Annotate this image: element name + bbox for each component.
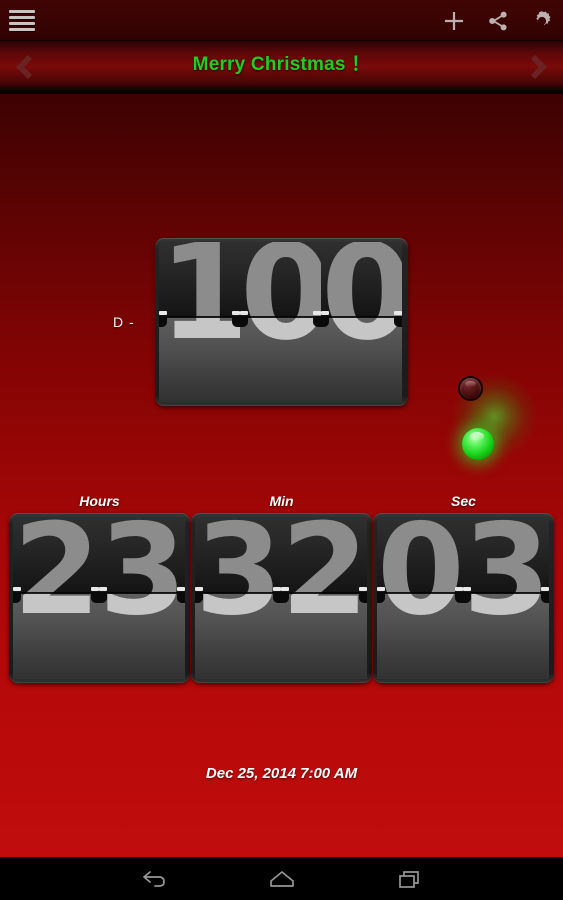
next-event-button[interactable] <box>523 51 557 83</box>
flip-digit-bottom-half: 0 <box>321 317 402 402</box>
flip-digit-bottom-half: 2 <box>13 593 99 679</box>
settings-gear-icon[interactable] <box>529 8 555 34</box>
app-root: Merry Christmas ！ D - 110000 Hours2233Mi… <box>0 0 563 900</box>
flip-hinge-line <box>99 592 185 595</box>
hamburger-menu-icon[interactable] <box>9 9 35 32</box>
sec-digit: 00 <box>377 517 463 679</box>
flip-digit-value: 3 <box>99 593 185 633</box>
title-bar: Merry Christmas ！ <box>0 41 563 94</box>
flip-digit-value: 3 <box>195 517 281 594</box>
share-icon[interactable] <box>485 8 511 34</box>
hamburger-bar <box>9 28 35 31</box>
flip-hinge-line <box>463 592 549 595</box>
flip-digit-top-half: 0 <box>377 517 463 594</box>
flip-hinge-line <box>281 592 367 595</box>
hamburger-bar <box>9 10 35 13</box>
flip-digit-bottom-half: 1 <box>159 317 240 402</box>
countdown-stage: D - 110000 Hours2233Min3322Sec0033 Dec 2… <box>0 94 563 857</box>
flip-digit-value: 2 <box>13 593 99 633</box>
flip-digit-value: 0 <box>240 242 321 317</box>
days-digit: 00 <box>240 242 321 402</box>
hms-unit-label: Hours <box>79 493 120 509</box>
action-bar <box>0 0 563 41</box>
android-nav-bar <box>0 857 563 900</box>
flip-digit-bottom-half: 2 <box>281 593 367 679</box>
flip-digit-value: 3 <box>99 517 185 594</box>
flip-digit-top-half: 3 <box>99 517 185 594</box>
days-digit: 11 <box>159 242 240 402</box>
flip-hinge-line <box>321 316 402 319</box>
days-digit: 00 <box>321 242 402 402</box>
flip-digit-value: 0 <box>240 317 321 359</box>
flip-digit-bottom-half: 3 <box>195 593 281 679</box>
flip-digit-top-half: 0 <box>321 242 402 318</box>
back-icon[interactable] <box>136 864 172 894</box>
hms-unit-label: Sec <box>451 493 476 509</box>
home-icon[interactable] <box>264 864 300 894</box>
status-led-off <box>460 378 481 399</box>
min-digit: 22 <box>281 517 367 679</box>
hours-digit: 22 <box>13 517 99 679</box>
status-led-on <box>462 428 494 460</box>
recents-icon[interactable] <box>392 864 428 894</box>
flip-digit-value: 2 <box>281 593 367 633</box>
sec-digit: 33 <box>463 517 549 679</box>
flip-digit-value: 0 <box>377 593 463 633</box>
flip-digit-top-half: 2 <box>281 517 367 594</box>
add-icon[interactable] <box>441 8 467 34</box>
flip-digit-bottom-half: 0 <box>240 317 321 402</box>
flip-digit-top-half: 3 <box>195 517 281 594</box>
sec-flip-clock[interactable]: 0033 <box>373 513 554 683</box>
flip-digit-value: 2 <box>13 517 99 594</box>
flip-digit-value: 2 <box>281 517 367 594</box>
hours-flip-clock[interactable]: 2233 <box>9 513 190 683</box>
flip-digit-bottom-half: 3 <box>99 593 185 679</box>
flip-digit-top-half: 0 <box>240 242 321 318</box>
flip-digit-value: 0 <box>321 317 402 359</box>
led-indicators <box>452 374 537 474</box>
flip-digit-value: 1 <box>159 317 240 359</box>
hms-row: Hours2233Min3322Sec0033 <box>0 493 563 683</box>
flip-digit-value: 3 <box>195 593 281 633</box>
days-flip-clock[interactable]: 110000 <box>155 238 408 406</box>
flip-digit-value: 0 <box>321 242 402 317</box>
flip-hinge-line <box>13 592 99 595</box>
action-bar-icons <box>441 0 555 41</box>
flip-hinge-line <box>240 316 321 319</box>
flip-digit-bottom-half: 3 <box>463 593 549 679</box>
hamburger-bar <box>9 16 35 19</box>
min-flip-clock[interactable]: 3322 <box>191 513 372 683</box>
flip-digit-top-half: 1 <box>159 242 240 318</box>
flip-digit-value: 3 <box>463 517 549 594</box>
hms-cell-hours: Hours 2233 <box>9 493 190 683</box>
page-title: Merry Christmas ！ <box>192 54 371 75</box>
flip-digit-value: 1 <box>159 242 240 317</box>
hours-digit: 33 <box>99 517 185 679</box>
flip-hinge-line <box>159 316 240 319</box>
flip-hinge-line <box>377 592 463 595</box>
hamburger-bar <box>9 22 35 25</box>
flip-digit-bottom-half: 0 <box>377 593 463 679</box>
target-date: Dec 25, 2014 7:00 AM <box>205 765 358 782</box>
flip-digit-top-half: 3 <box>463 517 549 594</box>
flip-digit-value: 3 <box>463 593 549 633</box>
flip-hinge-line <box>195 592 281 595</box>
hms-unit-label: Min <box>269 493 294 509</box>
flip-digit-top-half: 2 <box>13 517 99 594</box>
hms-cell-sec: Sec 0033 <box>373 493 554 683</box>
min-digit: 33 <box>195 517 281 679</box>
flip-digit-value: 0 <box>377 517 463 594</box>
hms-cell-min: Min 3322 <box>191 493 372 683</box>
